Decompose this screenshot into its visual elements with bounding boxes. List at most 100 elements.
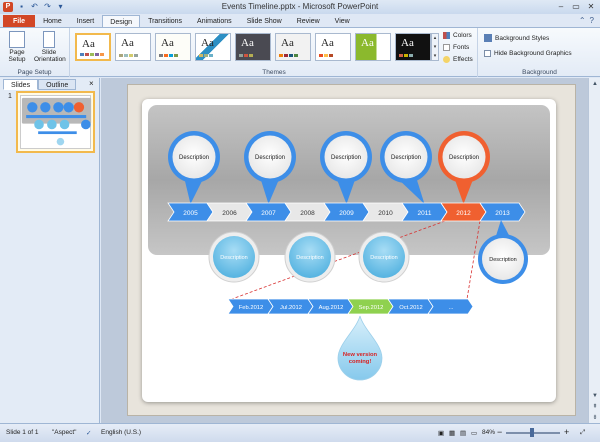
- slide-number: 1: [8, 93, 12, 100]
- help-icon[interactable]: ?: [590, 16, 594, 25]
- top-bubble-label: Description: [449, 155, 479, 161]
- close-pane-icon[interactable]: ×: [89, 79, 94, 88]
- slide-show-icon[interactable]: ▭: [471, 429, 477, 437]
- month-label: Feb.2012: [239, 305, 264, 311]
- hide-background-graphics-checkbox[interactable]: Hide Background Graphics: [484, 50, 572, 57]
- fit-slide-icon[interactable]: ⤢: [580, 429, 585, 437]
- slide-sorter-icon[interactable]: ▦: [449, 429, 455, 437]
- water-drop-shape: [337, 315, 383, 381]
- fonts-button[interactable]: Fonts: [443, 44, 469, 51]
- bottom-bubble-label: Description: [220, 255, 248, 261]
- zoom-out-icon[interactable]: −: [497, 427, 502, 437]
- zoom-slider-thumb[interactable]: [530, 428, 534, 437]
- colors-label: Colors: [453, 32, 472, 39]
- fonts-label: Fonts: [453, 44, 470, 51]
- spelling-check-icon[interactable]: ✓: [86, 429, 91, 437]
- theme-apex[interactable]: Aa: [195, 33, 231, 61]
- background-styles-icon: [484, 34, 492, 42]
- checkbox-box[interactable]: [484, 50, 491, 57]
- theme-adjacency[interactable]: Aa: [115, 33, 151, 61]
- hide-background-graphics-label: Hide Background Graphics: [494, 50, 572, 57]
- theme-office[interactable]: Aa: [75, 33, 111, 61]
- window-title: Events Timeline.pptx - Microsoft PowerPo…: [221, 2, 379, 11]
- thumbnail-graphic: [21, 97, 92, 146]
- year-label: 2011: [418, 210, 432, 217]
- ribbon-right-controls: ⌃ ?: [579, 16, 594, 25]
- ribbon: Page Setup Slide Orientation Page Setup …: [0, 27, 600, 77]
- background-styles-button[interactable]: Background Styles: [484, 34, 549, 42]
- slide-1[interactable]: Description Description Description Descrip…: [142, 99, 556, 402]
- status-bar: Slide 1 of 1 "Aspect" ✓ English (U.S.) ▣…: [0, 423, 600, 442]
- title-bar: P ▪ ↶ ↷ ▾ Events Timeline.pptx - Microso…: [0, 0, 600, 14]
- minimize-ribbon-icon[interactable]: ⌃: [579, 16, 586, 25]
- bottom-bubble-label: Description: [296, 255, 324, 261]
- bottom-bubble-label: Description: [489, 257, 517, 263]
- effects-button[interactable]: Effects: [443, 56, 473, 63]
- normal-view-icon[interactable]: ▣: [438, 429, 444, 437]
- year-label: 2012: [456, 210, 471, 217]
- page-setup-label: Page Setup: [8, 49, 26, 63]
- themes-group: Aa Aa Aa Aa Aa Aa Aa Aa Aa ▴ ▾ ▾ Colors …: [71, 28, 478, 77]
- minimize-button[interactable]: –: [554, 1, 568, 12]
- top-bubble-label: Description: [255, 155, 285, 161]
- month-label: Oct.2012: [399, 305, 423, 311]
- scroll-down-arrow[interactable]: ▼: [590, 391, 600, 401]
- year-label: 2005: [183, 210, 198, 217]
- background-group-label: Background: [522, 69, 557, 76]
- year-label: 2008: [300, 210, 315, 217]
- page-setup-group-label: Page Setup: [17, 69, 52, 76]
- bottom-bubble-label: Description: [370, 255, 398, 261]
- maximize-button[interactable]: ▭: [569, 1, 583, 12]
- themes-gallery-scroll[interactable]: ▴ ▾ ▾: [431, 33, 439, 61]
- themes-group-label: Themes: [262, 69, 286, 76]
- background-styles-label: Background Styles: [495, 34, 550, 42]
- colors-icon: [443, 32, 450, 39]
- year-label: 2006: [222, 210, 237, 217]
- year-label: 2010: [378, 210, 393, 217]
- slide-orientation-icon: [43, 31, 55, 48]
- fonts-icon: [443, 44, 450, 51]
- month-label: ...: [449, 305, 454, 311]
- top-bubble-label: Description: [179, 155, 209, 161]
- theme-austin[interactable]: Aa: [315, 33, 351, 61]
- zoom-in-icon[interactable]: +: [564, 427, 569, 437]
- next-slide-icon[interactable]: ⇟: [590, 413, 600, 423]
- previous-slide-icon[interactable]: ⇞: [590, 402, 600, 412]
- year-label: 2007: [261, 210, 276, 217]
- tab-outline[interactable]: Outline: [38, 79, 77, 90]
- language-indicator[interactable]: English (U.S.): [101, 429, 141, 436]
- slides-pane: Slides Outline × 1: [0, 78, 100, 423]
- close-button[interactable]: ✕: [584, 1, 598, 12]
- background-group: Background Styles Hide Background Graphi…: [479, 28, 600, 77]
- theme-civic[interactable]: Aa: [395, 33, 431, 61]
- theme-black-tie[interactable]: Aa: [355, 33, 391, 61]
- scroll-up-arrow[interactable]: ▲: [590, 79, 600, 89]
- reading-view-icon[interactable]: ▤: [460, 429, 466, 437]
- year-label: 2009: [339, 210, 354, 217]
- top-bubble-label: Description: [331, 155, 361, 161]
- month-label: Jul.2012: [280, 305, 302, 311]
- theme-angles[interactable]: Aa: [155, 33, 191, 61]
- pane-tabs: Slides Outline: [3, 79, 77, 90]
- top-bubble-label: Description: [391, 155, 421, 161]
- theme-name: "Aspect": [52, 429, 77, 436]
- page-setup-group: Page Setup Slide Orientation Page Setup: [0, 28, 70, 77]
- vertical-scrollbar[interactable]: ▲ ▼ ⇞ ⇟: [588, 78, 600, 423]
- slide-thumbnail-preview: [20, 95, 92, 149]
- tab-slides[interactable]: Slides: [3, 79, 39, 90]
- zoom-level[interactable]: 84%: [482, 429, 495, 436]
- slide-orientation-button[interactable]: Slide Orientation: [34, 31, 66, 63]
- month-label: Sep.2012: [359, 305, 384, 311]
- slide-editing-canvas[interactable]: Description Description Description Descrip…: [101, 78, 600, 423]
- theme-aspect[interactable]: Aa: [275, 33, 311, 61]
- window-controls: – ▭ ✕: [554, 1, 598, 12]
- colors-button[interactable]: Colors: [443, 32, 472, 39]
- page-setup-button[interactable]: Page Setup: [2, 31, 32, 63]
- theme-apothecary[interactable]: Aa: [235, 33, 271, 61]
- effects-label: Effects: [453, 56, 473, 63]
- year-label: 2013: [495, 210, 510, 217]
- slide-count: Slide 1 of 1: [6, 429, 39, 436]
- month-label: Aug.2012: [319, 305, 344, 311]
- slide-thumbnail[interactable]: [16, 91, 95, 153]
- slide-graphic: Description Description Description Descrip…: [148, 105, 550, 381]
